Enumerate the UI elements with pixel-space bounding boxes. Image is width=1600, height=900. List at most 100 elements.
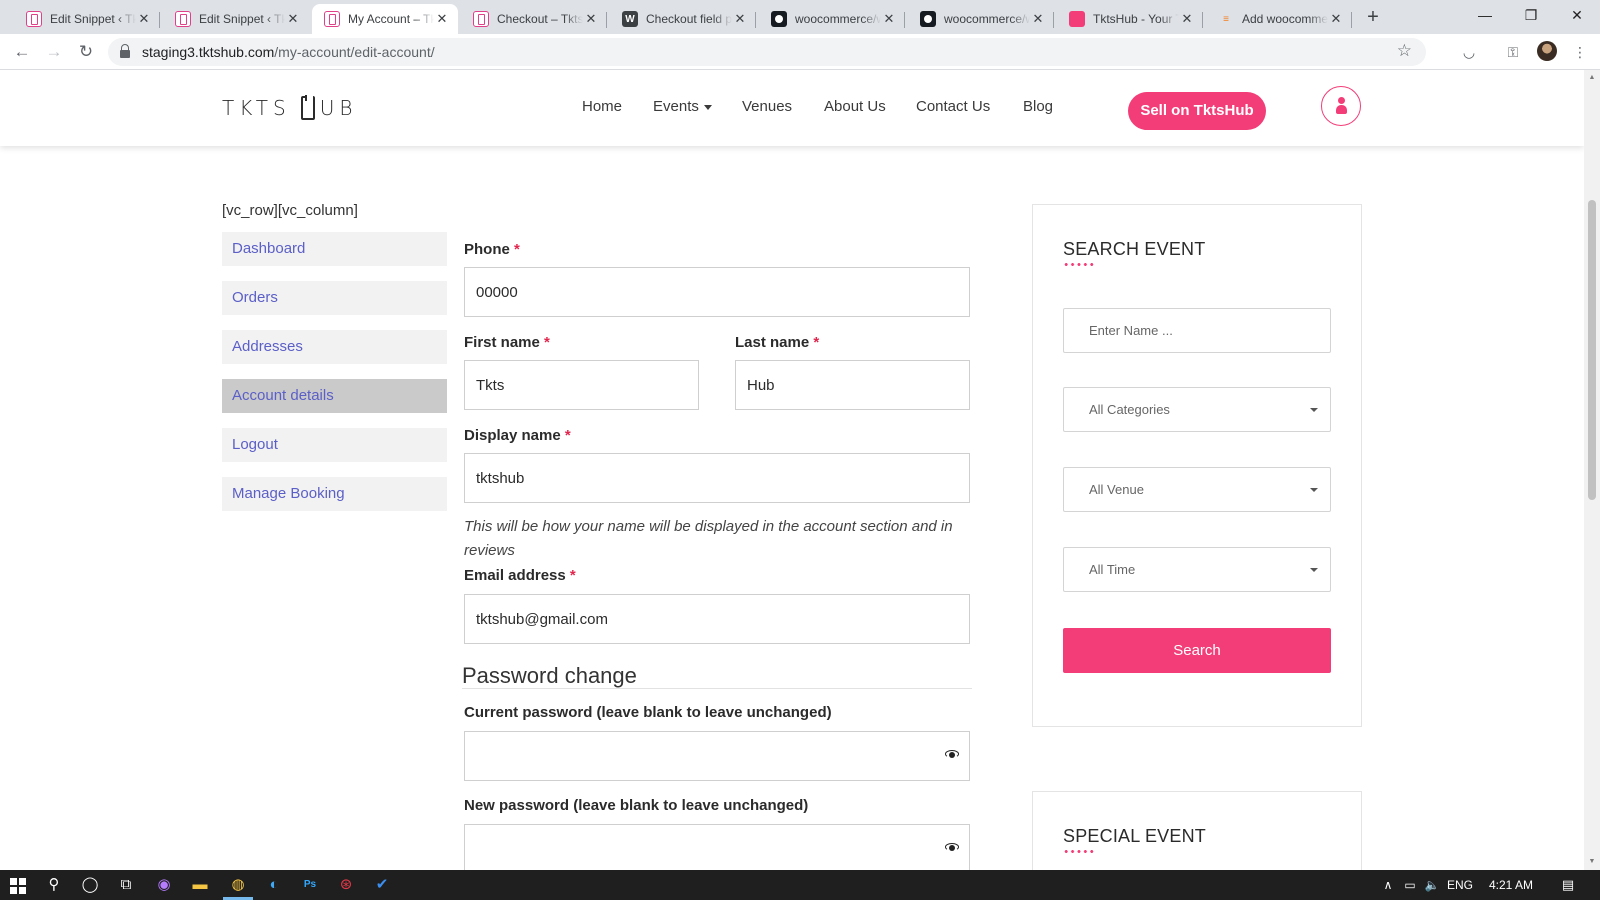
current-password-field[interactable]	[464, 731, 970, 781]
minimize-icon[interactable]: —	[1462, 0, 1508, 30]
required-mark: *	[514, 241, 520, 258]
category-select-value: All Categories	[1089, 402, 1170, 417]
media-app-icon[interactable]: ◉	[154, 875, 174, 895]
back-arrow-icon[interactable]: ←	[10, 40, 34, 64]
close-tab-icon[interactable]: ✕	[1030, 11, 1046, 27]
event-name-input[interactable]: Enter Name ...	[1063, 308, 1331, 353]
close-tab-icon[interactable]: ✕	[1328, 11, 1344, 27]
phone-label-text: Phone	[464, 241, 510, 258]
browser-tab-active[interactable]: My Account – TktsHub ✕	[312, 4, 458, 34]
forward-arrow-icon[interactable]: →	[42, 40, 66, 64]
dropdown-arrow-icon	[1310, 408, 1318, 412]
browser-tab[interactable]: Edit Snippet ‹ TktsHub ✕	[163, 4, 309, 34]
browser-tab[interactable]: TktsHub - Your Ticket Hub ✕	[1057, 4, 1203, 34]
search-button[interactable]: Search	[1063, 628, 1331, 673]
browser-tab[interactable]: ≡ Add woocommerce field ✕	[1206, 4, 1352, 34]
show-password-eye-icon[interactable]	[945, 750, 959, 758]
close-tab-icon[interactable]: ✕	[285, 11, 301, 27]
key-icon[interactable]: ⚿	[1503, 42, 1523, 62]
lock-icon	[120, 44, 130, 58]
search-icon[interactable]: ⚲	[44, 875, 64, 895]
email-label: Email address *	[464, 567, 576, 584]
bookmark-star-icon[interactable]: ☆	[1397, 41, 1412, 61]
browser-tab[interactable]: woocommerce/woocommerce ✕	[759, 4, 905, 34]
required-mark: *	[813, 334, 820, 351]
current-password-label: Current password (leave blank to leave u…	[464, 704, 832, 721]
edge-icon[interactable]: ◐	[264, 875, 284, 895]
account-nav-account-details[interactable]: Account details	[222, 379, 447, 413]
logo-text-right: UB	[319, 96, 358, 120]
language-indicator[interactable]: ENG	[1447, 878, 1473, 892]
browser-tab-strip: Edit Snippet ‹ TktsHub ✕ Edit Snippet ‹ …	[0, 0, 1600, 34]
close-tab-icon[interactable]: ✕	[434, 11, 450, 27]
cortana-circle-icon[interactable]: ◯	[80, 875, 100, 895]
account-nav-addresses[interactable]: Addresses	[222, 330, 447, 364]
volume-icon[interactable]: 🔈	[1422, 875, 1442, 895]
clock[interactable]: 4:21 AM	[1489, 878, 1533, 892]
tray-expand-icon[interactable]: ∧	[1378, 875, 1398, 895]
nav-home[interactable]: Home	[582, 98, 622, 115]
nav-contact-us[interactable]: Contact Us	[916, 98, 990, 115]
browser-tab[interactable]: W Checkout field placement ✕	[610, 4, 756, 34]
first-name-field[interactable]: Tkts	[464, 360, 699, 410]
venue-select[interactable]: All Venue	[1063, 467, 1331, 512]
browser-tab[interactable]: Checkout – TktsHub ✕	[461, 4, 607, 34]
display-name-field[interactable]: tktshub	[464, 453, 970, 503]
wordpress-icon: W	[622, 11, 638, 27]
tktshub-ticket-icon	[175, 11, 191, 27]
account-nav-manage-booking[interactable]: Manage Booking	[222, 477, 447, 511]
display-name-hint: This will be how your name will be displ…	[464, 518, 953, 559]
close-tab-icon[interactable]: ✕	[136, 11, 152, 27]
nav-venues[interactable]: Venues	[742, 98, 792, 115]
site-logo[interactable]: TKTS UB	[222, 95, 358, 120]
stackoverflow-icon: ≡	[1223, 13, 1229, 25]
address-bar[interactable]: staging3.tktshub.com/my-account/edit-acc…	[108, 38, 1426, 66]
close-window-icon[interactable]: ✕	[1554, 0, 1600, 30]
user-account-icon[interactable]	[1321, 86, 1361, 126]
tktshub-ticket-icon	[324, 11, 340, 27]
new-tab-button[interactable]: +	[1362, 6, 1384, 28]
last-name-field[interactable]: Hub	[735, 360, 970, 410]
menu-kebab-icon[interactable]: ⋮	[1570, 42, 1590, 62]
browser-tab[interactable]: woocommerce/woocommerce ✕	[908, 4, 1054, 34]
new-password-field[interactable]	[464, 824, 970, 870]
close-tab-icon[interactable]: ✕	[881, 11, 897, 27]
category-select[interactable]: All Categories	[1063, 387, 1331, 432]
task-view-icon[interactable]: ⧉	[116, 875, 136, 895]
profile-avatar[interactable]	[1537, 41, 1557, 61]
windows-start-icon[interactable]	[10, 878, 26, 894]
scroll-up-arrow-icon[interactable]: ▲	[1588, 74, 1596, 82]
photoshop-icon[interactable]: Ps	[300, 875, 320, 895]
show-password-eye-icon[interactable]	[945, 843, 959, 851]
dropdown-arrow-icon	[1310, 568, 1318, 572]
reload-icon[interactable]: ↻	[74, 40, 98, 64]
notification-center-icon[interactable]: ▤	[1558, 875, 1578, 895]
close-tab-icon[interactable]: ✕	[732, 11, 748, 27]
scrollbar-thumb[interactable]	[1588, 200, 1596, 500]
site-header: TKTS UB Home Events Venues About Us Cont…	[0, 70, 1584, 146]
pocket-icon[interactable]: ◡	[1459, 42, 1479, 62]
account-nav-logout[interactable]: Logout	[222, 428, 447, 462]
account-nav-orders[interactable]: Orders	[222, 281, 447, 315]
file-explorer-icon[interactable]: ▬	[190, 875, 210, 895]
todo-check-icon[interactable]: ✔	[372, 875, 392, 895]
nav-blog[interactable]: Blog	[1023, 98, 1053, 115]
phone-field[interactable]: 00000	[464, 267, 970, 317]
network-icon[interactable]: ▭	[1400, 875, 1420, 895]
restore-icon[interactable]: ❐	[1508, 0, 1554, 30]
email-field[interactable]: tktshub@gmail.com	[464, 594, 970, 644]
close-tab-icon[interactable]: ✕	[1179, 11, 1195, 27]
logo-text-left: TKTS	[222, 96, 291, 120]
sell-on-tktshub-button[interactable]: Sell on TktsHub	[1128, 92, 1266, 130]
recorder-app-icon[interactable]: ⊛	[336, 875, 356, 895]
chrome-icon[interactable]: ◍	[228, 875, 248, 895]
tab-title: My Account – TktsHub	[348, 12, 434, 26]
nav-events[interactable]: Events	[653, 98, 712, 115]
scroll-down-arrow-icon[interactable]: ▼	[1588, 858, 1596, 866]
time-select[interactable]: All Time	[1063, 547, 1331, 592]
page-viewport: TKTS UB Home Events Venues About Us Cont…	[0, 70, 1584, 870]
account-nav-dashboard[interactable]: Dashboard	[222, 232, 447, 266]
browser-tab[interactable]: Edit Snippet ‹ TktsHub ✕	[14, 4, 160, 34]
close-tab-icon[interactable]: ✕	[583, 11, 599, 27]
nav-about-us[interactable]: About Us	[824, 98, 886, 115]
